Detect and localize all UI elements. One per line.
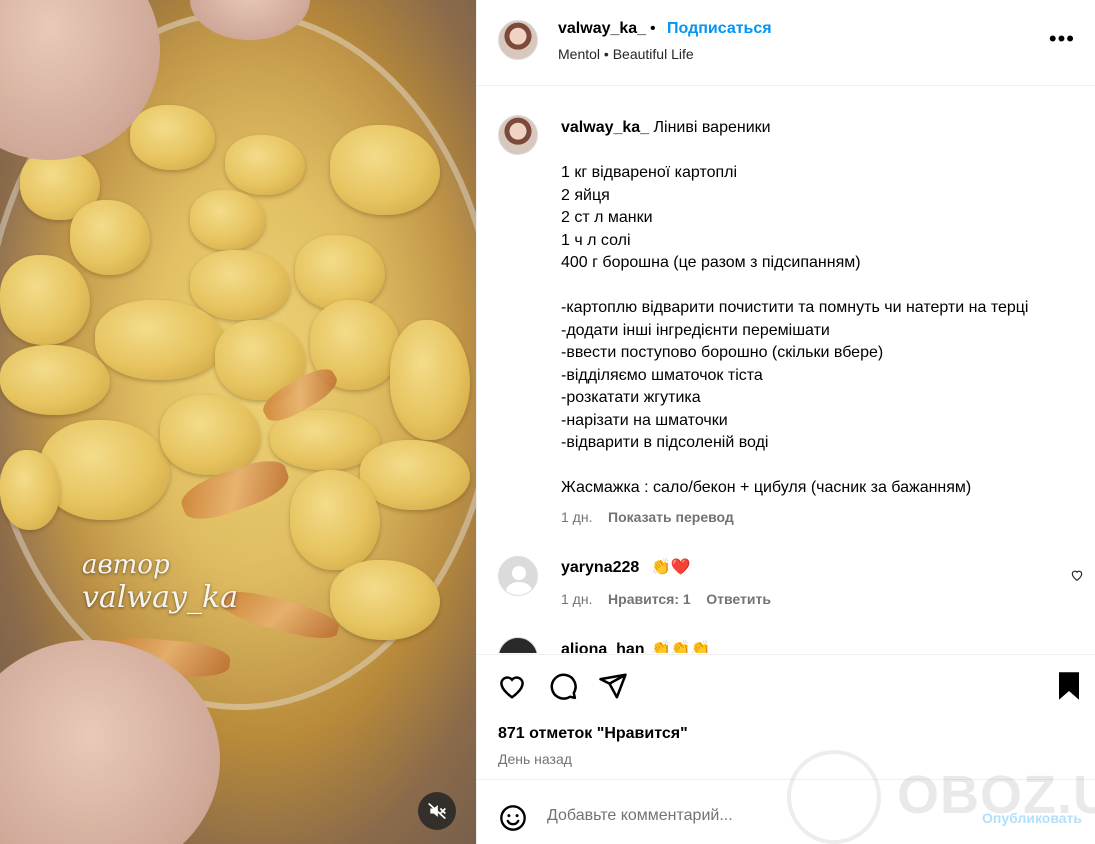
emoji-smiley-icon[interactable] (499, 804, 527, 832)
comment-username[interactable]: aliona_han (561, 641, 645, 653)
dumpling (290, 470, 380, 570)
caption-line: -додати інші інгредієнти перемішати (561, 321, 830, 339)
globe-logo-icon (787, 750, 881, 844)
dumpling (190, 250, 290, 320)
dumpling (330, 560, 440, 640)
site-watermark-text: OBOZ.UA (897, 765, 1095, 825)
comment-input[interactable]: Добавьте комментарий... (547, 807, 733, 825)
caption-time[interactable]: 1 дн. (561, 509, 592, 525)
likes-count[interactable]: 871 отметок "Нравится" (498, 725, 688, 743)
commenter-avatar[interactable] (498, 556, 538, 596)
comment-username[interactable]: yaryna228 (561, 559, 639, 577)
caption-line: -розкатати жгутика (561, 389, 701, 406)
caption-author-avatar[interactable] (498, 115, 538, 155)
follow-button[interactable]: Подписаться (667, 20, 772, 38)
media-watermark-line2: valway_ka (82, 580, 239, 615)
caption-line: 400 г борошна (це разом з підсипанням) (561, 254, 861, 271)
like-heart-icon[interactable] (497, 671, 527, 701)
comment-meta: 1 дн. Нравится: 1 Ответить (561, 591, 771, 607)
separator-dot: • (650, 20, 656, 37)
dumpling (40, 420, 170, 520)
caption-line: Жасмажка : сало/бекон + цибуля (часник з… (561, 479, 972, 496)
more-options-button[interactable]: ••• (1049, 28, 1075, 50)
mute-button[interactable] (418, 792, 456, 830)
caption-line (561, 140, 1081, 163)
comments-section[interactable]: valway_ka_ Ліниві вареники 1 кг відварен… (477, 87, 1095, 653)
caption-username[interactable]: valway_ka_ (561, 119, 649, 136)
post-header: valway_ka_ • Подписаться Mentol • Beauti… (477, 0, 1095, 86)
dumpling (225, 135, 305, 195)
dumpling (295, 235, 385, 310)
post-date[interactable]: День назад (498, 751, 572, 767)
post-media[interactable]: автор valway_ka (0, 0, 476, 844)
caption-line: -ввести поступово борошно (скільки вбере… (561, 344, 884, 361)
dumpling (70, 200, 150, 275)
caption-text: valway_ka_ Ліниві вареники 1 кг відварен… (561, 117, 1081, 500)
commenter-avatar[interactable] (498, 637, 538, 653)
dumpling (0, 345, 110, 415)
author-avatar[interactable] (498, 20, 538, 60)
caption-title: Ліниві вареники (653, 119, 771, 136)
caption-line: 2 ст л манки (561, 209, 653, 226)
comment-bubble-icon[interactable] (548, 671, 578, 701)
dumpling (360, 440, 470, 510)
dumpling (390, 320, 470, 440)
caption-line (561, 275, 1081, 298)
comment-likes-count[interactable]: Нравится: 1 (608, 591, 691, 607)
dumpling (130, 105, 215, 170)
caption-line: -відділяємо шматочок тіста (561, 366, 763, 384)
dumpling (190, 190, 265, 250)
caption-line: 1 кг відвареної картоплі (561, 164, 738, 181)
caption-line: -нарізати на шматочки (561, 411, 728, 429)
dumpling (330, 125, 440, 215)
caption-line: -відварити в підсоленій воді (561, 434, 769, 451)
site-watermark: OBOZ.UA (787, 750, 1095, 844)
audio-track[interactable]: Mentol • Beautiful Life (558, 46, 694, 62)
dumpling (0, 255, 90, 345)
dumpling (95, 300, 225, 380)
dumpling (0, 450, 60, 530)
caption-line (561, 455, 1081, 478)
bookmark-icon[interactable] (1056, 671, 1082, 701)
caption-meta: 1 дн. Показать перевод (561, 509, 734, 525)
dumpling (160, 395, 260, 475)
comment-emoji: 👏👏👏 (651, 641, 711, 653)
caption-line: -картоплю відварити почистити та помнуть… (561, 299, 1029, 316)
author-username[interactable]: valway_ka_ (558, 20, 646, 38)
post-details-panel: valway_ka_ • Подписаться Mentol • Beauti… (476, 0, 1095, 844)
caption-line: 2 яйця (561, 186, 610, 204)
comment-time[interactable]: 1 дн. (561, 591, 592, 607)
speaker-muted-icon (428, 802, 446, 820)
caption-line: 1 ч л солі (561, 231, 631, 249)
comment-emoji: 👏❤️ (651, 559, 691, 576)
share-paper-plane-icon[interactable] (598, 671, 628, 701)
media-watermark-line1: автор (82, 550, 170, 580)
reply-button[interactable]: Ответить (706, 591, 771, 607)
comment-like-heart-icon[interactable] (1070, 568, 1084, 582)
translate-button[interactable]: Показать перевод (608, 509, 734, 525)
